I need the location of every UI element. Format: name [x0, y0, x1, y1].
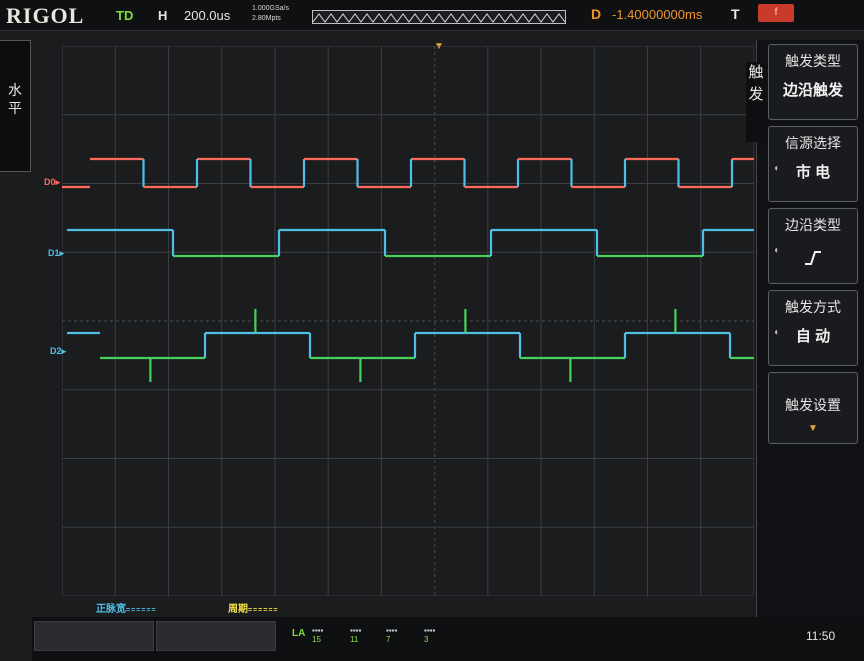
menu-item-title: 触发方式	[785, 299, 841, 315]
channel-d2-label: D2	[50, 346, 62, 356]
measure-label: 正脉宽	[96, 604, 126, 615]
sample-rate: 1.000GSa/s	[252, 5, 289, 12]
menu-trigger-setup[interactable]: 触发设置 ▼	[768, 372, 858, 444]
graticule	[62, 46, 754, 596]
timebase-label: H	[158, 8, 168, 23]
channel-d2-marker: D2▸	[50, 346, 67, 356]
channel2-tab[interactable]	[156, 621, 276, 651]
menu-item-title: 触发设置	[785, 397, 841, 413]
menu-trigger-mode[interactable]: 触发方式 ◖ 自 动	[768, 290, 858, 366]
menu-item-title: 边沿类型	[785, 217, 841, 233]
delay-label: D	[591, 6, 602, 22]
la-group: ▪▪▪▪ 11	[350, 626, 362, 644]
channel-d0-marker: D0▸	[44, 177, 61, 187]
menu-title: 触发	[746, 62, 766, 142]
trigger-label: T	[731, 6, 740, 22]
waveform-traces	[62, 157, 754, 382]
channel1-tab[interactable]	[34, 621, 154, 651]
clock: 11:50	[806, 629, 836, 643]
la-label: LA	[292, 628, 306, 639]
la-group: ▪▪▪▪ 15	[312, 626, 324, 644]
channel-d0-label: D0	[44, 177, 56, 187]
acquisition-info: 1.000GSa/s 2.80Mpts	[252, 4, 289, 24]
memory-strip-zigzag	[312, 13, 566, 23]
trigger-status-badge: f	[758, 4, 794, 22]
status-bar: RIGOL TD H 200.0us 1.000GSa/s 2.80Mpts D…	[0, 0, 864, 31]
menu-item-value: 自 动	[795, 328, 831, 345]
menu-trigger-type[interactable]: 触发类型 边沿触发	[768, 44, 858, 120]
memory-strip-icon	[312, 10, 566, 24]
chevron-down-icon: ▼	[808, 423, 818, 434]
menu-item-title: 信源选择	[785, 135, 841, 151]
knob-icon: ◖	[773, 245, 780, 256]
waveform-grid	[62, 46, 754, 596]
run-state: TD	[116, 8, 134, 23]
rising-edge-icon	[805, 251, 821, 265]
brand-logo: RIGOL	[6, 3, 85, 28]
delay-value: -1.40000000ms	[612, 7, 703, 22]
memory-depth: 2.80Mpts	[252, 15, 281, 22]
menu-edge-type[interactable]: 边沿类型 ◖	[768, 208, 858, 284]
channel-d1-label: D1	[48, 248, 60, 258]
la-group: ▪▪▪▪ 7	[386, 626, 398, 644]
menu-item-value: 边沿触发	[782, 82, 843, 99]
menu-item-value: 市 电	[795, 164, 831, 181]
measure-value: ======	[126, 607, 157, 614]
measure-positive-width: 正脉宽======	[96, 600, 157, 615]
measure-label: 周期	[228, 604, 248, 615]
la-group: ▪▪▪▪ 3	[424, 626, 436, 644]
horizontal-label: 水平	[8, 82, 22, 116]
measure-period: 周期======	[228, 600, 279, 615]
channel-d1-marker: D1▸	[48, 248, 65, 258]
menu-source-select[interactable]: 信源选择 ◖ 市 电	[768, 126, 858, 202]
measure-value: ======	[248, 607, 279, 614]
menu-item-title: 触发类型	[785, 53, 841, 69]
horizontal-softkey[interactable]: 水平	[0, 40, 31, 172]
timebase-value: 200.0us	[184, 8, 231, 23]
